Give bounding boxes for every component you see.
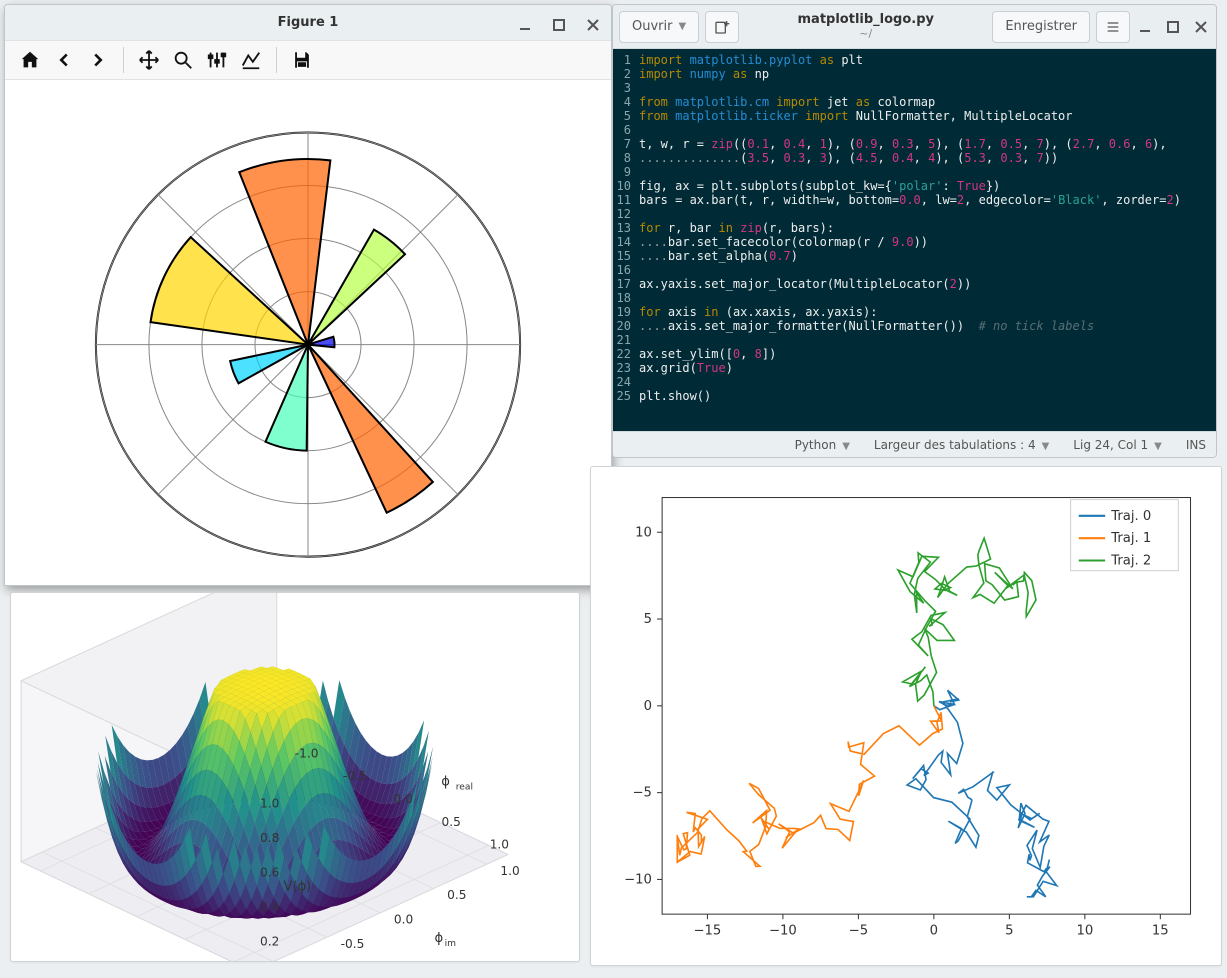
window-maximize-button[interactable] (549, 15, 569, 35)
toolbar-separator (276, 47, 277, 73)
open-button[interactable]: Ouvrir▼ (619, 11, 699, 43)
svg-text:5: 5 (1005, 923, 1013, 938)
gedit-filedir: ~/ (745, 28, 986, 40)
line-number-gutter: 1 2 3 4 5 6 7 8 9 10 11 12 13 14 15 16 1… (613, 49, 635, 431)
new-tab-button[interactable] (705, 11, 739, 43)
status-lang[interactable]: Python▼ (795, 438, 850, 452)
svg-text:−10: −10 (624, 872, 652, 887)
svg-text:0.6: 0.6 (260, 866, 279, 880)
toolbar-separator (123, 47, 124, 73)
svg-text:1.0: 1.0 (260, 797, 279, 811)
edit-curves-icon[interactable] (236, 45, 266, 75)
back-icon[interactable] (49, 45, 79, 75)
svg-text:-0.5: -0.5 (341, 937, 365, 951)
window-minimize-button[interactable] (1136, 18, 1154, 36)
window-minimize-button[interactable] (515, 15, 535, 35)
save-button[interactable]: Enregistrer (992, 11, 1090, 43)
figure-titlebar[interactable]: Figure 1 (5, 5, 611, 41)
svg-text:V(ϕ): V(ϕ) (283, 880, 311, 895)
svg-text:-1.0: -1.0 (295, 746, 319, 760)
code-content[interactable]: import matplotlib.pyplot as plt import n… (635, 49, 1187, 431)
svg-text:15: 15 (1152, 923, 1169, 938)
svg-text:10: 10 (635, 525, 652, 540)
save-icon[interactable] (287, 45, 317, 75)
svg-text:1.0: 1.0 (490, 838, 509, 852)
gedit-statusbar: Python▼ Largeur des tabulations : 4▼ Lig… (613, 431, 1216, 457)
svg-text:0.2: 0.2 (260, 935, 279, 949)
trajectory-plot-thumbnail[interactable]: −15 −10 −5 0 5 10 15 −10 −5 0 5 10 Traj. 0 Traj. 1 Tra… (590, 466, 1222, 966)
svg-text:1.0: 1.0 (500, 864, 519, 878)
gedit-filename: matplotlib_logo.py (745, 13, 986, 27)
pan-icon[interactable] (134, 45, 164, 75)
gedit-headerbar: Ouvrir▼ matplotlib_logo.py ~/ Enregistre… (613, 5, 1216, 49)
zoom-icon[interactable] (168, 45, 198, 75)
svg-text:im: im (445, 939, 457, 949)
svg-text:0.5: 0.5 (442, 815, 461, 829)
svg-text:Traj. 1: Traj. 1 (1110, 531, 1151, 546)
svg-text:0.0: 0.0 (393, 792, 412, 806)
svg-text:Traj. 2: Traj. 2 (1110, 554, 1151, 569)
svg-text:5: 5 (644, 612, 652, 627)
svg-text:0.4: 0.4 (260, 900, 280, 914)
window-close-button[interactable] (583, 15, 603, 35)
svg-text:−5: −5 (849, 923, 868, 938)
home-icon[interactable] (15, 45, 45, 75)
status-insert-mode: INS (1186, 438, 1206, 452)
hamburger-menu-button[interactable] (1096, 11, 1130, 43)
gedit-title: matplotlib_logo.py ~/ (745, 13, 986, 39)
status-tabs[interactable]: Largeur des tabulations : 4▼ (874, 438, 1049, 452)
figure-title: Figure 1 (278, 15, 339, 30)
forward-icon[interactable] (83, 45, 113, 75)
status-position[interactable]: Lig 24, Col 1▼ (1073, 438, 1162, 452)
gedit-window: Ouvrir▼ matplotlib_logo.py ~/ Enregistre… (612, 4, 1217, 458)
surface-plot-thumbnail[interactable]: -1.0-0.50.00.51.0-1.0-0.50.00.51.00.00.2… (10, 592, 580, 962)
window-close-button[interactable] (1192, 18, 1210, 36)
svg-text:−5: −5 (633, 786, 652, 801)
svg-text:0: 0 (644, 699, 652, 714)
svg-text:−10: −10 (769, 923, 797, 938)
svg-text:-0.5: -0.5 (343, 769, 367, 783)
svg-text:ϕ: ϕ (434, 931, 443, 946)
svg-text:0.8: 0.8 (260, 831, 279, 845)
configure-subplots-icon[interactable] (202, 45, 232, 75)
code-editor[interactable]: 1 2 3 4 5 6 7 8 9 10 11 12 13 14 15 16 1… (613, 49, 1216, 431)
svg-text:Traj. 0: Traj. 0 (1110, 509, 1151, 524)
svg-text:0.0: 0.0 (394, 913, 413, 927)
svg-text:0.5: 0.5 (447, 888, 466, 902)
svg-text:0: 0 (930, 923, 938, 938)
save-button-label: Enregistrer (1005, 19, 1077, 34)
window-maximize-button[interactable] (1164, 18, 1182, 36)
open-button-label: Ouvrir (632, 19, 672, 34)
svg-text:−15: −15 (693, 923, 721, 938)
matplotlib-toolbar (5, 41, 611, 80)
matplotlib-figure-window: Figure 1 (4, 4, 612, 586)
svg-text:ϕ: ϕ (441, 775, 450, 790)
svg-text:10: 10 (1076, 923, 1093, 938)
svg-text:real: real (456, 783, 473, 793)
polar-chart-canvas[interactable] (5, 80, 611, 585)
